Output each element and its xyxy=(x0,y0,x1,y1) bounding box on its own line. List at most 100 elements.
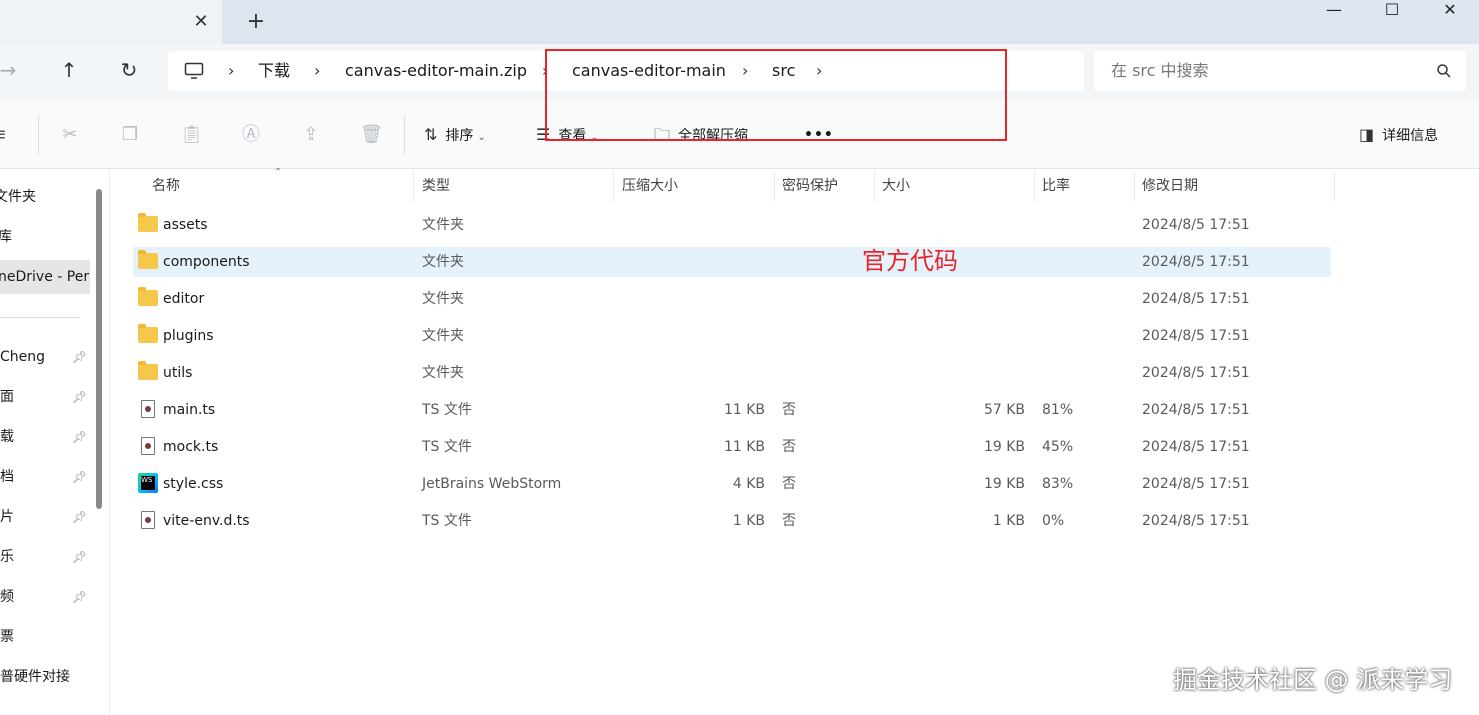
sort-button[interactable]: ⇅ 排序 ⌄ xyxy=(424,124,486,146)
file-type: TS 文件 xyxy=(422,402,472,418)
column-header-name[interactable]: 名称 xyxy=(152,177,180,195)
column-header-ratio[interactable]: 比率 xyxy=(1042,177,1070,195)
new-tab-button[interactable]: + xyxy=(242,8,270,36)
sidebar-item-home[interactable]: Cheng 📌︎ xyxy=(0,340,90,374)
sidebar-item-documents[interactable]: 档 📌︎ xyxy=(0,460,90,494)
folder-icon xyxy=(138,324,158,343)
breadcrumb-chevron-icon[interactable]: › xyxy=(314,61,320,81)
file-name: utils xyxy=(163,365,193,381)
file-list: ⌃ 名称 类型 压缩大小 密码保护 大小 比率 修改日期 assets 文件夹 … xyxy=(111,167,1479,715)
file-name: components xyxy=(163,254,250,270)
sidebar-item-pictures[interactable]: 片 📌︎ xyxy=(0,500,90,534)
sidebar-item-label: 频 xyxy=(0,589,14,605)
close-window-button[interactable]: ✕ xyxy=(1427,0,1473,20)
sidebar-item-folder[interactable]: 文件夹 xyxy=(0,180,84,214)
column-header-size[interactable]: 大小 xyxy=(882,177,910,195)
navigation-pane: 文件夹 库 neDrive - Per Cheng📌︎ 面📌︎ 载📌︎ 档📌︎ … xyxy=(0,169,110,715)
file-type: 文件夹 xyxy=(422,291,464,307)
refresh-icon[interactable]: ↻ xyxy=(113,56,145,84)
cut-icon[interactable]: ✂ xyxy=(59,124,81,146)
paste-icon[interactable]: 📋︎ xyxy=(180,124,203,146)
file-compressed-size: 4 KB xyxy=(732,476,765,492)
up-icon[interactable]: ↑ xyxy=(53,56,85,84)
file-compressed-size: 11 KB xyxy=(723,439,765,455)
list-item[interactable]: main.ts TS 文件 11 KB 否 57 KB 81% 2024/8/5… xyxy=(133,395,1331,425)
sort-ascending-icon: ⌃ xyxy=(274,167,283,178)
pin-icon: 📌︎ xyxy=(72,390,88,404)
list-item[interactable]: style.css JetBrains WebStorm 4 KB 否 19 K… xyxy=(133,469,1331,499)
folder-icon xyxy=(138,287,158,306)
file-name: vite-env.d.ts xyxy=(163,513,250,529)
delete-icon[interactable]: 🗑︎ xyxy=(360,124,383,146)
file-type: 文件夹 xyxy=(422,254,464,270)
pin-icon: 📌︎ xyxy=(72,430,88,444)
sidebar-item-onedrive[interactable]: neDrive - Per xyxy=(0,260,90,294)
sidebar-item-videos[interactable]: 频 📌︎ xyxy=(0,580,90,614)
minimize-button[interactable]: — xyxy=(1311,0,1357,20)
file-modified: 2024/8/5 17:51 xyxy=(1142,328,1250,344)
file-modified: 2024/8/5 17:51 xyxy=(1142,402,1250,418)
tab-close-icon[interactable]: ✕ xyxy=(188,9,214,35)
sidebar-item-tickets[interactable]: 票 xyxy=(0,620,90,654)
ts-file-icon xyxy=(141,400,155,418)
forward-icon[interactable]: → xyxy=(0,56,24,84)
column-header-modified[interactable]: 修改日期 xyxy=(1142,177,1198,195)
sidebar-item-downloads[interactable]: 载 📌︎ xyxy=(0,420,90,454)
breadcrumb-downloads[interactable]: 下载 xyxy=(258,61,290,81)
sidebar-item-label: Cheng xyxy=(0,349,46,365)
sidebar-scrollbar[interactable] xyxy=(96,189,102,509)
folder-icon xyxy=(138,250,158,269)
file-ratio: 45% xyxy=(1042,439,1074,455)
pin-icon: 📌︎ xyxy=(72,550,88,564)
column-header-type[interactable]: 类型 xyxy=(422,177,450,195)
share-icon[interactable]: ⇪ xyxy=(300,124,322,146)
list-item[interactable]: editor 文件夹 2024/8/5 17:51 xyxy=(133,284,1331,314)
search-icon xyxy=(1437,64,1451,78)
watermark: 掘金技术社区 @ 派来学习 xyxy=(1173,666,1453,694)
sidebar-divider xyxy=(0,317,80,318)
file-name: assets xyxy=(163,217,208,233)
pin-icon: 📌︎ xyxy=(72,590,88,604)
column-header-compressed-size[interactable]: 压缩大小 xyxy=(622,177,678,195)
breadcrumb-zip[interactable]: canvas-editor-main.zip xyxy=(345,61,527,81)
file-type: 文件夹 xyxy=(422,365,464,381)
file-ratio: 81% xyxy=(1042,402,1074,418)
folder-icon xyxy=(138,213,158,232)
new-icon[interactable]: ≡ xyxy=(0,124,10,146)
sidebar-item-hardware[interactable]: 普硬件对接 xyxy=(0,660,90,694)
sort-label: 排序 xyxy=(445,128,474,144)
file-modified: 2024/8/5 17:51 xyxy=(1142,439,1250,455)
sidebar-item-label: 载 xyxy=(0,429,14,445)
pin-icon: 📌︎ xyxy=(72,350,88,364)
sidebar-item-desktop[interactable]: 面 📌︎ xyxy=(0,380,90,414)
ts-file-icon xyxy=(141,437,155,455)
sort-icon: ⇅ xyxy=(424,125,438,144)
list-item[interactable]: components 文件夹 2024/8/5 17:51 xyxy=(133,247,1331,277)
rename-icon[interactable]: Ⓐ xyxy=(240,124,262,146)
file-type: 文件夹 xyxy=(422,328,464,344)
details-label: 详细信息 xyxy=(1382,128,1439,144)
copy-icon[interactable]: ❐ xyxy=(119,124,141,146)
search-input[interactable]: 在 src 中搜索 xyxy=(1111,61,1209,81)
details-button[interactable]: ◨ 详细信息 xyxy=(1359,124,1438,146)
file-modified: 2024/8/5 17:51 xyxy=(1142,291,1250,307)
breadcrumb-chevron-icon[interactable]: › xyxy=(228,61,234,81)
list-item[interactable]: plugins 文件夹 2024/8/5 17:51 xyxy=(133,321,1331,351)
chevron-down-icon: ⌄ xyxy=(477,132,486,143)
list-item[interactable]: mock.ts TS 文件 11 KB 否 19 KB 45% 2024/8/5… xyxy=(133,432,1331,462)
file-name: mock.ts xyxy=(163,439,219,455)
file-compressed-size: 11 KB xyxy=(723,402,765,418)
search-box[interactable]: 在 src 中搜索 xyxy=(1094,51,1466,91)
file-modified: 2024/8/5 17:51 xyxy=(1142,254,1250,270)
maximize-button[interactable]: ☐ xyxy=(1369,0,1415,20)
file-name: main.ts xyxy=(163,402,216,418)
list-item[interactable]: utils 文件夹 2024/8/5 17:51 xyxy=(133,358,1331,388)
list-item[interactable]: vite-env.d.ts TS 文件 1 KB 否 1 KB 0% 2024/… xyxy=(133,506,1331,536)
file-type: TS 文件 xyxy=(422,513,472,529)
column-header-password[interactable]: 密码保护 xyxy=(782,177,838,195)
sidebar-item-library[interactable]: 库 xyxy=(0,220,88,254)
sidebar-item-music[interactable]: 乐 📌︎ xyxy=(0,540,90,574)
file-size: 57 KB xyxy=(983,402,1025,418)
list-item[interactable]: assets 文件夹 2024/8/5 17:51 xyxy=(133,210,1331,240)
file-type: TS 文件 xyxy=(422,439,472,455)
